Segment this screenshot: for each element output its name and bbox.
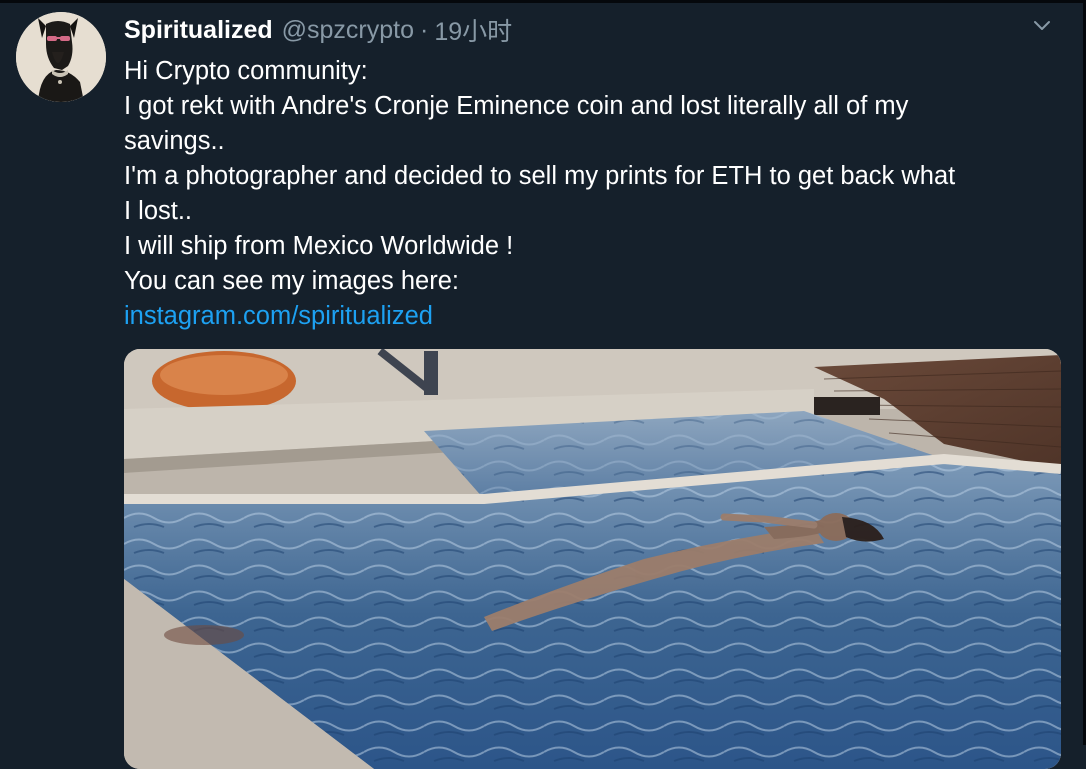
instagram-link[interactable]: instagram.com/spiritualized: [124, 302, 433, 330]
tweet-text-line: savings..: [124, 127, 225, 155]
avatar[interactable]: [16, 12, 106, 102]
tweet-text-line: I lost..: [124, 197, 193, 225]
dog-avatar-icon: [16, 12, 106, 102]
tweet-photo[interactable]: [124, 349, 1061, 769]
tweet-header: Spiritualized @spzcrypto · 19小时: [124, 12, 512, 48]
chevron-down-icon[interactable]: [1027, 15, 1057, 37]
tweet-text-line: I'm a photographer and decided to sell m…: [124, 162, 956, 190]
display-name[interactable]: Spiritualized: [124, 16, 273, 45]
tweet-text-line: Hi Crypto community:: [124, 57, 368, 85]
user-handle[interactable]: @spzcrypto: [282, 16, 414, 45]
timestamp[interactable]: 19小时: [434, 12, 512, 48]
pool-photo-image: [124, 349, 1061, 769]
tweet-text-line: You can see my images here:: [124, 267, 459, 295]
tweet-text: Hi Crypto community: I got rekt with And…: [124, 54, 1068, 334]
tweet: Spiritualized @spzcrypto · 19小时 Hi Crypt…: [0, 0, 1086, 769]
tweet-text-line: I will ship from Mexico Worldwide !: [124, 232, 514, 260]
separator-dot: ·: [420, 15, 429, 44]
tweet-text-line: I got rekt with Andre's Cronje Eminence …: [124, 92, 909, 120]
